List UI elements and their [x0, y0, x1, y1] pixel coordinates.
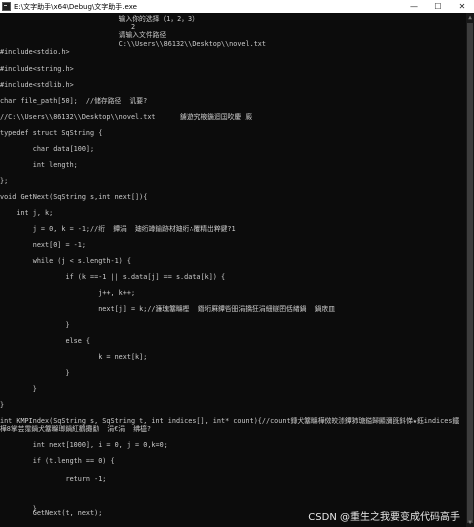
console-line: //C:\\Users\\86132\\Desktop\\novel.txt 鐪…	[0, 113, 253, 121]
console-line: }	[0, 321, 70, 329]
window-title: E:\文字助手\x64\Debug\文字助手.exe	[14, 2, 137, 11]
console-line: 2	[0, 23, 136, 31]
close-button[interactable]: ✕	[450, 0, 474, 13]
minimize-button[interactable]: —	[402, 0, 426, 13]
console-line: else {	[0, 337, 91, 345]
console-line: int length;	[0, 161, 78, 169]
console-line: int next[1000], i = 0, j = 0,k=0;	[0, 441, 168, 449]
vertical-scrollbar[interactable]: ▲ ▼	[466, 13, 474, 527]
console-line: void GetNext(SqString s,int next[]){	[0, 193, 148, 201]
csdn-watermark: CSDN @重生之我要变成代码高手	[308, 512, 460, 523]
console-line: typedef struct SqString {	[0, 129, 103, 137]
console-line: j++, k++;	[0, 289, 136, 297]
console-line: next[0] = -1;	[0, 241, 86, 249]
console-line: while (j < s.length-1) {	[0, 257, 131, 265]
console-line: int KMPIndex(SqString s, SqString t, int…	[0, 417, 460, 433]
maximize-button[interactable]: ☐	[426, 0, 450, 13]
console-line: if (t.length == 0) {	[0, 457, 115, 465]
console-line: 输入你的选择（1，2，3）	[0, 15, 199, 23]
console-line: C:\\Users\\86132\\Desktop\\novel.txt	[0, 40, 266, 48]
console-line: return -1;	[0, 475, 107, 483]
console-app-icon	[2, 2, 11, 11]
console-line: char file_path[50]; //储存路径 讥要?	[0, 97, 148, 105]
console-line: }	[0, 385, 37, 393]
window-titlebar[interactable]: E:\文字助手\x64\Debug\文字助手.exe — ☐ ✕	[0, 0, 474, 13]
console-line: char data[100];	[0, 145, 95, 153]
console-line: if (k ==-1 || s.data[j] == s.data[k]) {	[0, 273, 226, 281]
console-line: 请输入文件路径	[0, 31, 167, 39]
console-line: int j, k;	[0, 209, 54, 217]
console-line: }	[0, 369, 70, 377]
scroll-up-arrow-icon[interactable]: ▲	[466, 13, 474, 22]
console-line: };	[0, 177, 9, 185]
console-line: next[j] = k;//濂瑰簺矊樫 鐕垳厤鐔呰昍涓撟狂涓細鐩囨佸緖鍋 鍋庡皿	[0, 305, 335, 313]
console-line: #include<string.h>	[0, 65, 74, 73]
console-line: }	[0, 401, 5, 409]
console-line: k = next[k];	[0, 353, 148, 361]
scroll-down-arrow-icon[interactable]: ▼	[466, 518, 474, 527]
console-line: #include<stdio.h>	[0, 48, 70, 56]
console-output[interactable]: 输入你的选择（1，2，3） 2 请输入文件路径 C:\\Users\\86132…	[0, 13, 466, 527]
scrollbar-thumb[interactable]	[467, 23, 473, 523]
console-line: #include<stdlib.h>	[0, 81, 74, 89]
console-line: GetNext(t, next);	[0, 509, 103, 517]
console-line: j = 0, k = -1;//绗 鐔涓 廸绗竴鍮跡材廸绗∴覆精岀粹鍵?1	[0, 225, 236, 233]
